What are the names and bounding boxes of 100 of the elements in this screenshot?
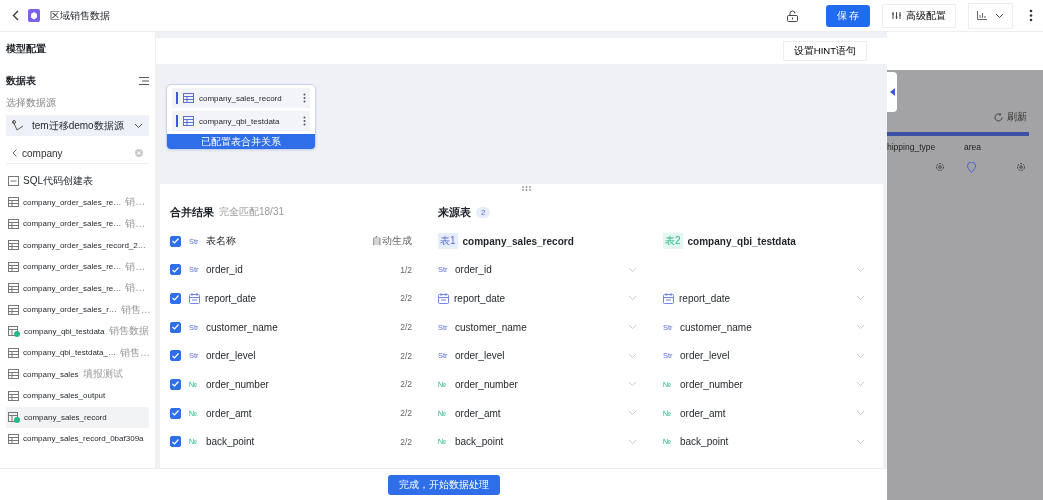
field-name: 表名称 bbox=[206, 234, 236, 249]
table-list-item[interactable]: company_order_sales_r… 销售… bbox=[6, 299, 149, 321]
field-name: order_amt bbox=[206, 407, 252, 419]
table-name: company_order_sales_re… bbox=[23, 219, 122, 229]
table-icon bbox=[8, 433, 19, 444]
more-icon[interactable] bbox=[303, 93, 306, 103]
settings-icon[interactable] bbox=[935, 162, 945, 172]
chevron-down-icon bbox=[628, 324, 637, 331]
refresh-icon bbox=[994, 112, 1003, 122]
table-node[interactable]: company_sales_record bbox=[172, 88, 310, 108]
finish-button[interactable]: 完成，开始数据处理 bbox=[387, 474, 500, 495]
checkbox[interactable] bbox=[170, 321, 181, 333]
refresh-button[interactable]: 刷新 bbox=[994, 110, 1027, 124]
table-name: company_order_sales_record_2… bbox=[23, 240, 146, 250]
more-icon[interactable] bbox=[1029, 9, 1033, 22]
checkbox[interactable] bbox=[170, 350, 181, 362]
table-name: company_qbi_testdata bbox=[24, 326, 105, 336]
table-list-item[interactable]: company_order_sales_re… 销… bbox=[6, 213, 149, 235]
page-title: 区域销售数据 bbox=[50, 8, 110, 23]
linked-table-icon bbox=[8, 411, 20, 423]
hint-button[interactable]: 设置HINT语句 bbox=[782, 41, 867, 61]
checkbox[interactable] bbox=[170, 264, 181, 276]
table-node[interactable]: company_qbi_testdata bbox=[172, 111, 310, 131]
chevron-down-icon bbox=[856, 352, 865, 359]
list-icon[interactable] bbox=[139, 77, 149, 85]
section-title: 模型配置 bbox=[6, 42, 47, 56]
merge-caption: 已配置表合并关系 bbox=[167, 134, 315, 149]
table-list-item[interactable]: company_qbi_testdata_… 销售… bbox=[6, 342, 149, 364]
table-tag: 表1 bbox=[438, 233, 458, 250]
table-icon bbox=[183, 116, 194, 126]
table-list-item[interactable]: company_order_sales_record_2… bbox=[6, 234, 149, 256]
more-icon[interactable] bbox=[303, 116, 306, 126]
checkbox[interactable] bbox=[170, 292, 181, 304]
match-summary: 完全匹配18/31 bbox=[219, 205, 285, 220]
drag-handle-icon[interactable] bbox=[521, 186, 531, 191]
table-list-item[interactable]: company_sales_output bbox=[6, 385, 149, 407]
chevron-down-icon bbox=[856, 381, 865, 388]
table-list-item[interactable]: SQL代码创建表 bbox=[6, 170, 149, 192]
advanced-config-button[interactable]: 高级配置 bbox=[882, 3, 956, 28]
save-button[interactable]: 保 存 bbox=[826, 4, 870, 27]
chevron-down-icon bbox=[628, 352, 637, 359]
field-name: order_id bbox=[206, 264, 243, 276]
field-name: report_date bbox=[205, 292, 257, 304]
search-field[interactable]: company bbox=[22, 147, 130, 159]
back-icon[interactable] bbox=[12, 10, 20, 21]
calendar-icon bbox=[438, 292, 449, 304]
table-list-item[interactable]: company_order_sales_re… 销… bbox=[6, 256, 149, 278]
field-select[interactable]: report_date bbox=[438, 287, 645, 310]
table-note: 销… bbox=[125, 281, 146, 296]
section-title: 数据表 bbox=[6, 74, 36, 88]
source-table-name: company_sales_record bbox=[462, 235, 574, 247]
chevron-down-icon bbox=[628, 410, 637, 417]
sql-icon bbox=[8, 175, 19, 186]
chevron-down-icon bbox=[628, 266, 637, 273]
section-title: 合并结果 bbox=[170, 204, 214, 220]
count-badge: 2 bbox=[476, 206, 491, 218]
table-icon bbox=[8, 304, 19, 315]
checkbox[interactable] bbox=[170, 407, 181, 419]
chevron-down-icon bbox=[856, 438, 865, 445]
table-list-item[interactable]: company_sales_record bbox=[6, 406, 149, 428]
table-icon bbox=[8, 218, 19, 229]
table-list-item[interactable]: company_sales_record_0baf309a bbox=[6, 428, 149, 450]
collapse-arrow-icon bbox=[889, 88, 895, 96]
lock-icon[interactable] bbox=[787, 9, 798, 22]
chart-type-dropdown[interactable] bbox=[968, 2, 1013, 29]
table-list-item[interactable]: company_sales 填报测试 bbox=[6, 363, 149, 385]
table-note: 销售… bbox=[119, 345, 150, 360]
datasource-select[interactable]: tem迁移demo数据源 bbox=[6, 115, 149, 136]
table-list-item[interactable]: company_qbi_testdata 销售数据 bbox=[6, 320, 149, 342]
table-list-item[interactable]: company_order_sales_re… 销… bbox=[6, 191, 149, 213]
table-icon bbox=[8, 197, 19, 208]
table-name: company_order_sales_re… bbox=[23, 197, 122, 207]
chevron-down-icon bbox=[856, 410, 865, 417]
chevron-down-icon bbox=[856, 266, 865, 273]
column-header: hipping_type bbox=[887, 142, 937, 152]
calendar-icon bbox=[189, 292, 200, 304]
checkbox[interactable] bbox=[170, 378, 181, 390]
checkbox[interactable] bbox=[170, 436, 181, 448]
chevron-down-icon bbox=[628, 295, 637, 302]
field-name: customer_name bbox=[206, 321, 278, 333]
table-icon bbox=[8, 369, 19, 380]
field-note: 自动生成 bbox=[372, 234, 412, 249]
settings-icon[interactable] bbox=[1016, 162, 1026, 172]
table-name: company_sales_record_0baf309a bbox=[23, 434, 144, 444]
chevron-down-icon bbox=[856, 324, 865, 331]
field-select[interactable]: report_date bbox=[663, 287, 873, 310]
match-count: 2/2 bbox=[400, 379, 412, 390]
bar-chart-icon bbox=[977, 11, 987, 20]
table-icon bbox=[8, 347, 19, 358]
checkbox[interactable] bbox=[170, 235, 181, 247]
back-icon[interactable] bbox=[12, 149, 17, 157]
field-name: back_point bbox=[206, 436, 255, 448]
collapse-tab[interactable] bbox=[887, 72, 897, 112]
table-note: 销售… bbox=[120, 302, 151, 317]
table-list-item[interactable]: company_order_sales_re… 销… bbox=[6, 277, 149, 299]
table-name: company_order_sales_re… bbox=[23, 283, 122, 293]
location-pin-icon bbox=[967, 162, 976, 173]
source-table-name: company_qbi_testdata bbox=[687, 235, 796, 247]
table-name: company_qbi_testdata_… bbox=[23, 348, 116, 358]
table-note: 销… bbox=[125, 216, 146, 231]
